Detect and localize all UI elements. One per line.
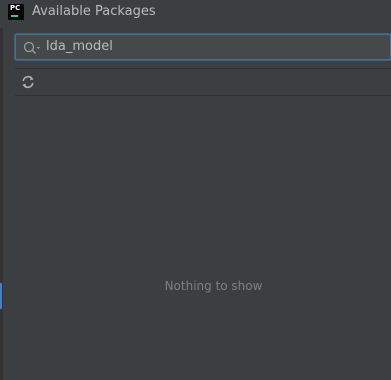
window-left-edge <box>0 28 3 380</box>
refresh-icon[interactable] <box>20 74 36 90</box>
pycharm-logo-bar <box>11 15 18 17</box>
pycharm-logo-icon: PC <box>8 4 24 20</box>
packages-toolbar <box>15 68 391 96</box>
packages-list: Nothing to show <box>15 96 391 380</box>
window-edge-accent <box>0 283 2 309</box>
package-search-box[interactable] <box>15 34 391 60</box>
window-title: Available Packages <box>32 4 156 19</box>
search-icon[interactable] <box>23 40 41 54</box>
available-packages-window: PC Available Packages Nothing to show <box>0 0 391 380</box>
pycharm-logo-text: PC <box>10 4 21 12</box>
title-bar: PC Available Packages <box>0 0 391 26</box>
empty-state-text: Nothing to show <box>164 279 263 293</box>
package-search-input[interactable] <box>46 37 376 57</box>
